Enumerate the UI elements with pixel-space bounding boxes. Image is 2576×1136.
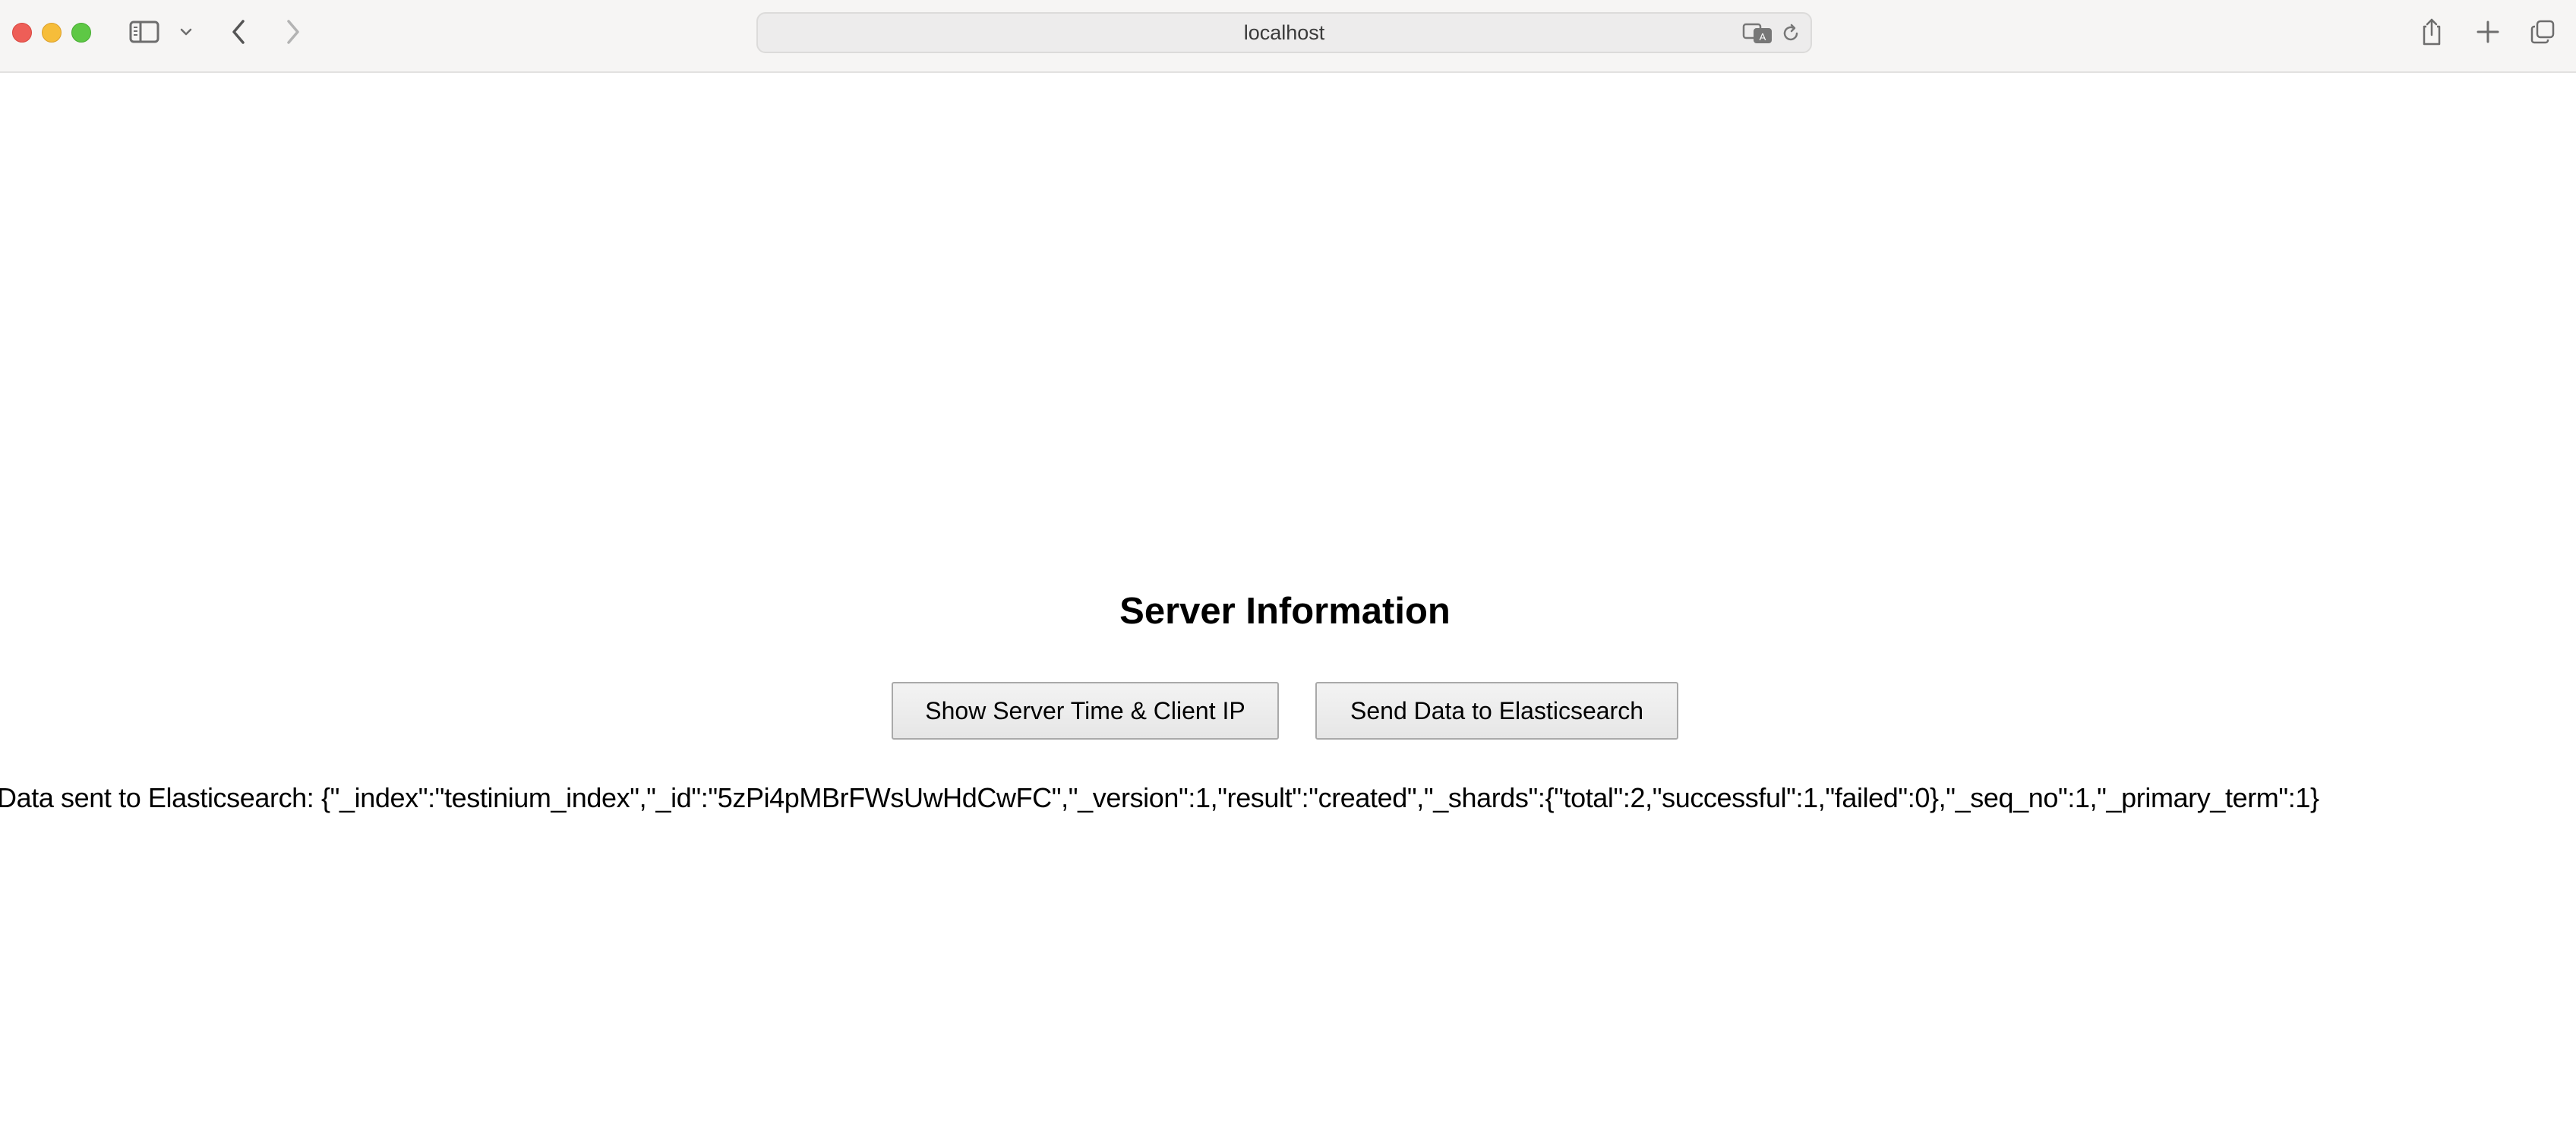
- close-window-button[interactable]: [12, 23, 32, 43]
- forward-icon[interactable]: [279, 17, 307, 47]
- reload-icon[interactable]: [1780, 23, 1801, 44]
- tabs-icon[interactable]: [2527, 17, 2558, 47]
- plus-icon[interactable]: [2473, 17, 2503, 47]
- show-server-time-button[interactable]: Show Server Time & Client IP: [892, 682, 1279, 740]
- page-title: Server Information: [1119, 591, 1451, 632]
- browser-toolbar: localhost A: [0, 0, 2576, 73]
- minimize-window-button[interactable]: [42, 23, 62, 43]
- share-icon[interactable]: [2418, 15, 2445, 49]
- sidebar-icon[interactable]: [129, 20, 159, 44]
- send-to-elasticsearch-button[interactable]: Send Data to Elasticsearch: [1315, 682, 1678, 740]
- maximize-window-button[interactable]: [71, 23, 91, 43]
- svg-text:A: A: [1760, 31, 1766, 43]
- result-output: Data sent to Elasticsearch: {"_index":"t…: [0, 782, 2319, 813]
- translate-icon[interactable]: A: [1742, 23, 1773, 44]
- chevron-down-icon[interactable]: [176, 23, 196, 41]
- back-icon[interactable]: [225, 17, 252, 47]
- address-bar[interactable]: localhost A: [756, 12, 1812, 53]
- address-text: localhost: [1243, 21, 1325, 44]
- page-content: Server Information Show Server Time & Cl…: [0, 73, 2576, 1136]
